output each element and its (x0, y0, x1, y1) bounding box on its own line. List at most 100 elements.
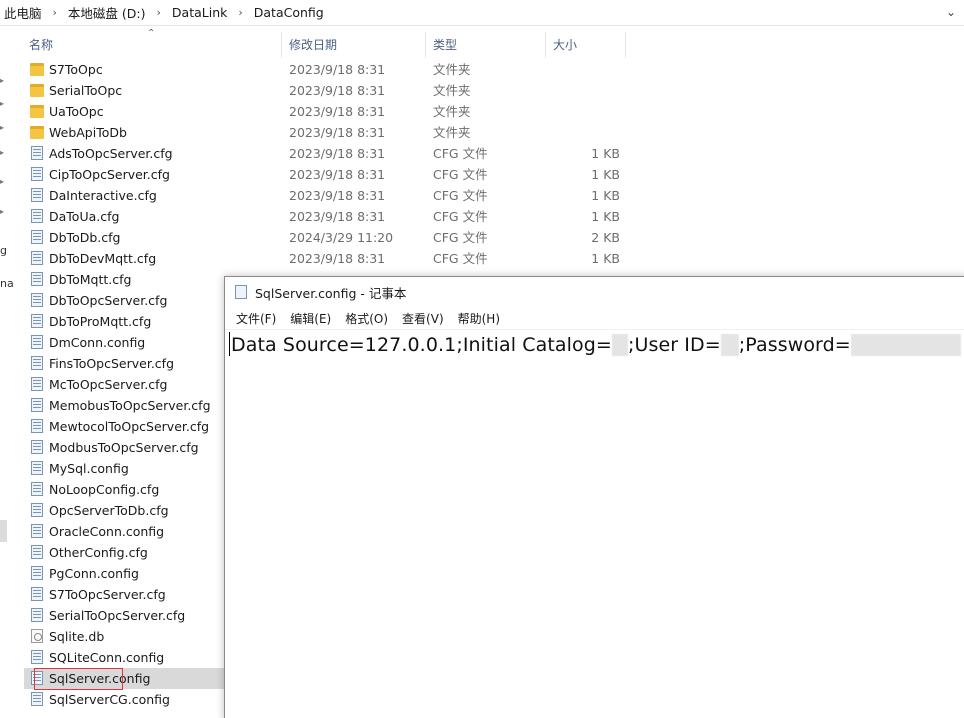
column-header-date[interactable]: 修改日期 (284, 32, 426, 58)
cfg-file-icon (31, 524, 43, 538)
menu-view[interactable]: 查看(V) (395, 310, 451, 327)
file-row[interactable]: WebApiToDb 2023/9/18 8:31 文件夹 (24, 122, 644, 143)
chevron-down-icon[interactable]: ⌄ (946, 5, 956, 19)
file-name: SQLiteConn.config (49, 650, 165, 665)
breadcrumb-this-pc[interactable]: 此电脑 (0, 3, 46, 22)
file-type: CFG 文件 (433, 230, 488, 245)
breadcrumb-dataconfig[interactable]: DataConfig (250, 5, 328, 20)
file-name: MemobusToOpcServer.cfg (49, 398, 211, 413)
file-name: OpcServerToDb.cfg (49, 503, 169, 518)
redacted-user-id (720, 334, 739, 356)
breadcrumb-separator-icon[interactable]: › (46, 6, 64, 19)
file-row[interactable]: DaInteractive.cfg 2023/9/18 8:31 CFG 文件 1 K… (24, 185, 644, 206)
file-name: SqlServerCG.config (49, 692, 170, 707)
db-file-icon (31, 629, 43, 643)
nav-item-fragment[interactable]: na (0, 277, 14, 290)
cfg-file-icon (31, 692, 43, 706)
cfg-file-icon (31, 293, 43, 307)
menu-format[interactable]: 格式(O) (338, 310, 395, 327)
file-date: 2023/9/18 8:31 (289, 125, 386, 140)
cfg-file-icon (31, 146, 43, 160)
file-name: Sqlite.db (49, 629, 105, 644)
file-row[interactable]: AdsToOpcServer.cfg 2023/9/18 8:31 CFG 文件 1 … (24, 143, 644, 164)
file-name: CipToOpcServer.cfg (49, 167, 170, 182)
notepad-text-area[interactable]: Data Source=127.0.0.1;Initial Catalog= ;U… (225, 329, 964, 718)
file-name: FinsToOpcServer.cfg (49, 356, 175, 371)
file-row[interactable]: S7ToOpc 2023/9/18 8:31 文件夹 (24, 59, 644, 80)
nav-item-fragment[interactable]: g (0, 244, 7, 257)
file-name: SerialToOpc (49, 83, 123, 98)
column-headers: ⌃ 名称 修改日期 类型 大小 (24, 28, 634, 58)
file-row[interactable]: DaToUa.cfg 2023/9/18 8:31 CFG 文件 1 KB (24, 206, 644, 227)
chevron-right-icon[interactable]: ▸ (0, 148, 4, 157)
chevron-right-icon[interactable]: ▸ (0, 76, 4, 85)
file-type: 文件夹 (433, 62, 471, 77)
file-row[interactable]: UaToOpc 2023/9/18 8:31 文件夹 (24, 101, 644, 122)
file-name: NoLoopConfig.cfg (49, 482, 160, 497)
cfg-file-icon (31, 230, 43, 244)
notepad-title-bar[interactable]: SqlServer.config - 记事本 (225, 277, 964, 307)
file-name: DbToOpcServer.cfg (49, 293, 168, 308)
file-row[interactable]: CipToOpcServer.cfg 2023/9/18 8:31 CFG 文件 1 … (24, 164, 644, 185)
nav-selected-item[interactable] (0, 520, 7, 542)
file-date: 2023/9/18 8:31 (289, 83, 386, 98)
chevron-right-icon[interactable]: ▸ (0, 177, 4, 186)
file-row[interactable]: DbToDb.cfg 2024/3/29 11:20 CFG 文件 2 KB (24, 227, 644, 248)
breadcrumb-separator-icon[interactable]: › (231, 6, 249, 19)
cfg-file-icon (31, 482, 43, 496)
file-type: CFG 文件 (433, 251, 488, 266)
redacted-password (850, 334, 961, 356)
file-size: 1 KB (591, 167, 620, 182)
breadcrumb-drive-d[interactable]: 本地磁盘 (D:) (64, 3, 150, 22)
redacted-catalog (611, 334, 628, 356)
cfg-file-icon (31, 167, 43, 181)
notepad-content: Data Source=127.0.0.1;Initial Catalog= ;U… (229, 332, 961, 356)
column-header-name[interactable]: 名称 (24, 32, 282, 58)
file-name: DaInteractive.cfg (49, 188, 157, 203)
address-bar[interactable]: 此电脑 › 本地磁盘 (D:) › DataLink › DataConfig … (0, 0, 964, 26)
file-type: 文件夹 (433, 83, 471, 98)
file-date: 2023/9/18 8:31 (289, 167, 386, 182)
chevron-right-icon[interactable]: ▸ (0, 99, 4, 108)
file-row[interactable]: SerialToOpc 2023/9/18 8:31 文件夹 (24, 80, 644, 101)
file-name: UaToOpc (49, 104, 104, 119)
menu-file[interactable]: 文件(F) (229, 310, 283, 327)
file-name: S7ToOpc (49, 62, 103, 77)
cfg-file-icon (31, 377, 43, 391)
cfg-file-icon (31, 650, 43, 664)
file-name: DbToProMqtt.cfg (49, 314, 152, 329)
file-name: DmConn.config (49, 335, 146, 350)
notepad-icon (235, 285, 247, 299)
content-part-3: ;Password= (738, 334, 851, 356)
file-date: 2023/9/18 8:31 (289, 188, 386, 203)
column-header-size[interactable]: 大小 (548, 32, 626, 58)
file-name: WebApiToDb (49, 125, 127, 140)
folder-icon (30, 84, 44, 97)
folder-icon (30, 105, 44, 118)
breadcrumb-datalink[interactable]: DataLink (168, 5, 231, 20)
column-header-type[interactable]: 类型 (428, 32, 546, 58)
text-caret (229, 332, 230, 356)
file-date: 2023/9/18 8:31 (289, 209, 386, 224)
cfg-file-icon (31, 272, 43, 286)
file-type: 文件夹 (433, 125, 471, 140)
menu-edit[interactable]: 编辑(E) (283, 310, 338, 327)
file-type: CFG 文件 (433, 146, 488, 161)
file-size: 1 KB (591, 188, 620, 203)
breadcrumb-separator-icon[interactable]: › (150, 6, 168, 19)
cfg-file-icon (31, 398, 43, 412)
file-size: 2 KB (591, 230, 620, 245)
chevron-right-icon[interactable]: ▸ (0, 123, 4, 132)
file-row[interactable]: DbToDevMqtt.cfg 2023/9/18 8:31 CFG 文件 1 KB (24, 248, 644, 269)
file-type: CFG 文件 (433, 209, 488, 224)
cfg-file-icon (31, 251, 43, 265)
chevron-right-icon[interactable]: ▸ (0, 207, 4, 216)
cfg-file-icon (31, 440, 43, 454)
notepad-title: SqlServer.config - 记事本 (255, 285, 407, 301)
cfg-file-icon (31, 545, 43, 559)
file-size: 1 KB (591, 251, 620, 266)
notepad-window[interactable]: SqlServer.config - 记事本 文件(F) 编辑(E) 格式(O)… (224, 276, 964, 718)
menu-help[interactable]: 帮助(H) (451, 310, 507, 327)
file-type: 文件夹 (433, 104, 471, 119)
notepad-menu-bar: 文件(F) 编辑(E) 格式(O) 查看(V) 帮助(H) (225, 307, 964, 329)
